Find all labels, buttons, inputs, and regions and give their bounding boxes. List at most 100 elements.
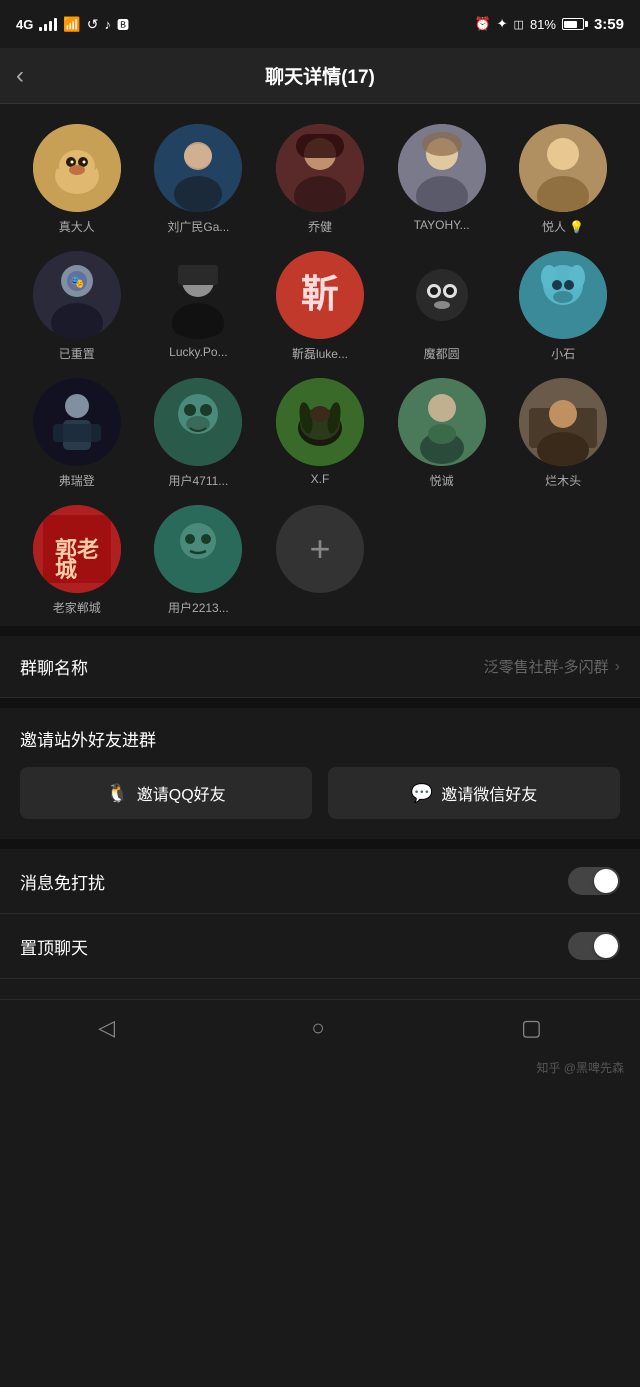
avatar <box>398 124 486 212</box>
member-item[interactable]: TAYOHY... <box>385 124 499 235</box>
pin-chat-row: 置顶聊天 <box>0 914 640 979</box>
status-right: ⏰ ✦ ◫ 81% 3:59 <box>474 16 624 33</box>
add-placeholder: + <box>316 599 323 613</box>
avatar <box>33 378 121 466</box>
member-item[interactable]: Lucky.Po... <box>142 251 256 362</box>
header: ‹ 聊天详情(17) <box>0 48 640 104</box>
svg-text:城: 城 <box>55 557 77 582</box>
group-name-row[interactable]: 群聊名称 泛零售社群-多闪群 › <box>0 636 640 698</box>
battery-icon <box>562 18 588 30</box>
back-nav-button[interactable]: ◁ <box>98 1015 115 1041</box>
tiktok-icon: ♪ <box>105 17 112 32</box>
member-name: 已重置 <box>59 345 95 362</box>
add-member-item[interactable]: + + <box>263 505 377 616</box>
avatar: 靳 <box>276 251 364 339</box>
member-name: 小石 <box>551 345 575 362</box>
member-name: 用户2213... <box>168 599 229 616</box>
home-nav-icon: ○ <box>311 1015 324 1041</box>
nfc-icon: ◫ <box>514 18 524 31</box>
member-item[interactable]: 靳 靳磊luke... <box>263 251 377 362</box>
invite-section: 邀请站外好友进群 🐧 邀请QQ好友 💬 邀请微信好友 <box>0 708 640 819</box>
signal-bars <box>39 17 57 31</box>
member-name: Lucky.Po... <box>169 345 227 359</box>
avatar <box>519 251 607 339</box>
member-name: 用户4711... <box>168 472 228 489</box>
avatar <box>276 124 364 212</box>
do-not-disturb-label: 消息免打扰 <box>20 869 105 894</box>
member-item[interactable]: X.F <box>263 378 377 489</box>
invite-wechat-button[interactable]: 💬 邀请微信好友 <box>328 767 620 819</box>
plus-icon: + <box>309 531 330 567</box>
member-item[interactable]: 魔都圆 <box>385 251 499 362</box>
page-title: 聊天详情(17) <box>265 62 375 89</box>
member-item[interactable]: 郭老城 老家郸城 <box>20 505 134 616</box>
invite-wechat-label: 邀请微信好友 <box>441 781 537 805</box>
time-display: 3:59 <box>594 16 624 33</box>
pin-chat-toggle[interactable] <box>568 932 620 960</box>
member-name: 魔都圆 <box>424 345 460 362</box>
signal-text: 4G <box>16 17 33 32</box>
credit-text: 知乎 @黑啤先森 <box>0 1055 640 1080</box>
member-item[interactable]: 乔健 <box>263 124 377 235</box>
divider-2 <box>0 698 640 708</box>
section-divider <box>0 626 640 636</box>
bottom-navigation: ◁ ○ ▢ <box>0 999 640 1055</box>
member-item[interactable]: 真大人 <box>20 124 134 235</box>
pin-chat-label: 置顶聊天 <box>20 934 88 959</box>
toggle-knob <box>594 934 618 958</box>
member-item[interactable]: 用户2213... <box>142 505 256 616</box>
member-item[interactable]: 用户4711... <box>142 378 256 489</box>
group-name-label: 群聊名称 <box>20 654 88 679</box>
battery-percent: 81% <box>530 17 556 32</box>
invite-title: 邀请站外好友进群 <box>20 726 620 751</box>
members-grid: 真大人 刘广民Ga... 乔健 TAYOHY... 悦人 💡 <box>20 124 620 616</box>
settings-section: 群聊名称 泛零售社群-多闪群 › 邀请站外好友进群 🐧 邀请QQ好友 💬 邀请微… <box>0 636 640 979</box>
member-item[interactable]: 悦人 💡 <box>506 124 620 235</box>
wechat-icon: 💬 <box>411 783 433 804</box>
member-item[interactable]: 刘广民Ga... <box>142 124 256 235</box>
member-name: 悦诚 <box>430 472 454 489</box>
member-item[interactable]: 悦诚 <box>385 378 499 489</box>
group-name-value: 泛零售社群-多闪群 › <box>484 656 620 677</box>
signal-bar-1 <box>39 27 42 31</box>
alarm-icon: ⏰ <box>474 16 490 32</box>
members-section: 真大人 刘广民Ga... 乔健 TAYOHY... 悦人 💡 <box>0 104 640 626</box>
invite-qq-button[interactable]: 🐧 邀请QQ好友 <box>20 767 312 819</box>
refresh-icon: ↺ <box>87 16 99 33</box>
member-item[interactable]: 小石 <box>506 251 620 362</box>
qq-icon: 🐧 <box>106 783 128 804</box>
home-nav-button[interactable]: ○ <box>311 1015 324 1041</box>
avatar <box>154 251 242 339</box>
member-name: 乔健 <box>308 218 332 235</box>
toggle-knob <box>594 869 618 893</box>
add-member-button[interactable]: + <box>276 505 364 593</box>
member-name: 弗瑞登 <box>59 472 95 489</box>
back-button[interactable]: ‹ <box>16 62 24 90</box>
avatar <box>398 378 486 466</box>
member-item[interactable]: 烂木头 <box>506 378 620 489</box>
do-not-disturb-row: 消息免打扰 <box>0 849 640 914</box>
member-name: 悦人 💡 <box>542 218 584 235</box>
invite-buttons: 🐧 邀请QQ好友 💬 邀请微信好友 <box>20 767 620 819</box>
member-name: 烂木头 <box>545 472 581 489</box>
member-name: X.F <box>311 472 330 486</box>
avatar <box>154 378 242 466</box>
member-item[interactable]: 🎭 已重置 <box>20 251 134 362</box>
back-nav-icon: ◁ <box>98 1015 115 1041</box>
member-name: 老家郸城 <box>53 599 101 616</box>
member-name: 靳磊luke... <box>292 345 348 362</box>
avatar <box>33 124 121 212</box>
wifi-icon: 📶 <box>63 16 80 33</box>
group-name-text: 泛零售社群-多闪群 <box>484 656 609 677</box>
do-not-disturb-toggle[interactable] <box>568 867 620 895</box>
chevron-right-icon: › <box>615 658 620 676</box>
avatar <box>519 378 607 466</box>
avatar <box>276 378 364 466</box>
member-name: 真大人 <box>59 218 95 235</box>
signal-bar-3 <box>49 21 52 31</box>
member-item[interactable]: 弗瑞登 <box>20 378 134 489</box>
recent-nav-button[interactable]: ▢ <box>521 1015 542 1041</box>
recent-nav-icon: ▢ <box>521 1015 542 1041</box>
member-name: 刘广民Ga... <box>167 218 229 235</box>
signal-bar-4 <box>54 18 57 31</box>
